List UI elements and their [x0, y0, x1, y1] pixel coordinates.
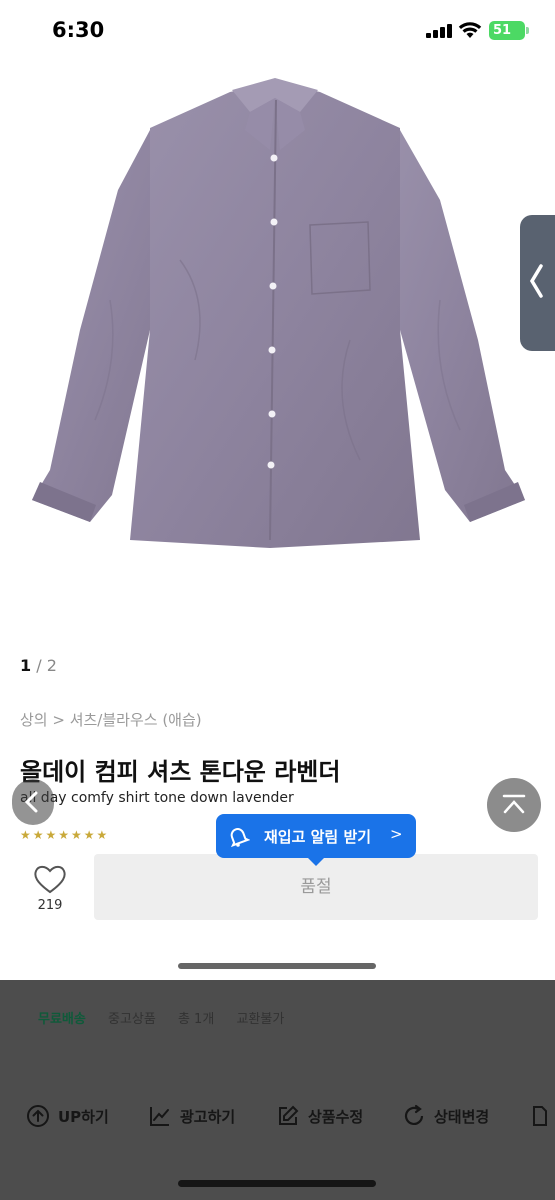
bell-icon	[230, 828, 250, 848]
up-button-label: UP하기	[58, 1108, 109, 1126]
chevron-left-icon	[529, 264, 543, 298]
side-panel-handle[interactable]	[520, 215, 555, 351]
battery-icon: 51	[489, 21, 525, 40]
product-subtitle: all day comfy shirt tone down lavender	[20, 790, 294, 806]
info-exchange: 교환불가	[236, 1012, 285, 1027]
pager-current: 1	[20, 656, 32, 675]
ad-button-label: 광고하기	[180, 1108, 236, 1126]
info-free-shipping: 무료배송	[38, 1012, 86, 1027]
scroll-top-button[interactable]	[487, 778, 541, 832]
battery-cap	[526, 27, 529, 34]
arrow-up-circle-icon	[27, 1105, 49, 1127]
restock-alert-label: 재입고 알림 받기	[264, 828, 372, 846]
edit-icon	[279, 1105, 299, 1125]
chevron-left-icon	[24, 791, 38, 813]
home-indicator-bottom	[178, 1180, 376, 1187]
wifi-icon	[458, 22, 482, 38]
document-icon	[533, 1106, 547, 1126]
heart-icon	[34, 865, 66, 894]
close-icon	[24, 92, 50, 118]
category-breadcrumb[interactable]: 상의 > 셔츠/블라우스 (애습)	[20, 709, 202, 730]
battery-level: 51	[492, 23, 512, 38]
info-quantity: 총 1개	[177, 1012, 215, 1027]
home-indicator	[178, 963, 376, 969]
refresh-icon	[404, 1104, 424, 1125]
like-button[interactable]	[28, 862, 72, 922]
info-condition: 중고상품	[107, 1012, 156, 1027]
tooltip-tail	[308, 858, 324, 866]
close-button[interactable]	[18, 86, 58, 126]
status-time: 6:30	[52, 18, 105, 42]
back-float-button[interactable]	[12, 779, 54, 825]
like-count: 219	[37, 898, 63, 913]
image-pager: 1 / 2	[20, 656, 57, 675]
rating-stars: ★★★★★★★	[20, 828, 110, 842]
pager-total: 2	[46, 656, 57, 675]
change-status-label: 상태변경	[434, 1108, 490, 1126]
status-bar: 6:30 51	[0, 0, 555, 62]
chevron-right-icon: >	[390, 825, 403, 843]
cellular-signal-icon	[426, 24, 454, 38]
arrow-up-icon	[502, 794, 526, 814]
restock-alert-tooltip[interactable]: 재입고 알림 받기 >	[216, 814, 416, 866]
product-image[interactable]	[0, 0, 555, 640]
chart-icon	[150, 1107, 169, 1126]
product-info-row: 무료배송 중고상품 총 1개 교환불가	[38, 1008, 302, 1027]
pager-separator: /	[36, 656, 47, 675]
edit-product-label: 상품수정	[308, 1108, 364, 1126]
product-title: 올데이 컴피 셔츠 톤다운 라벤더	[20, 758, 341, 786]
